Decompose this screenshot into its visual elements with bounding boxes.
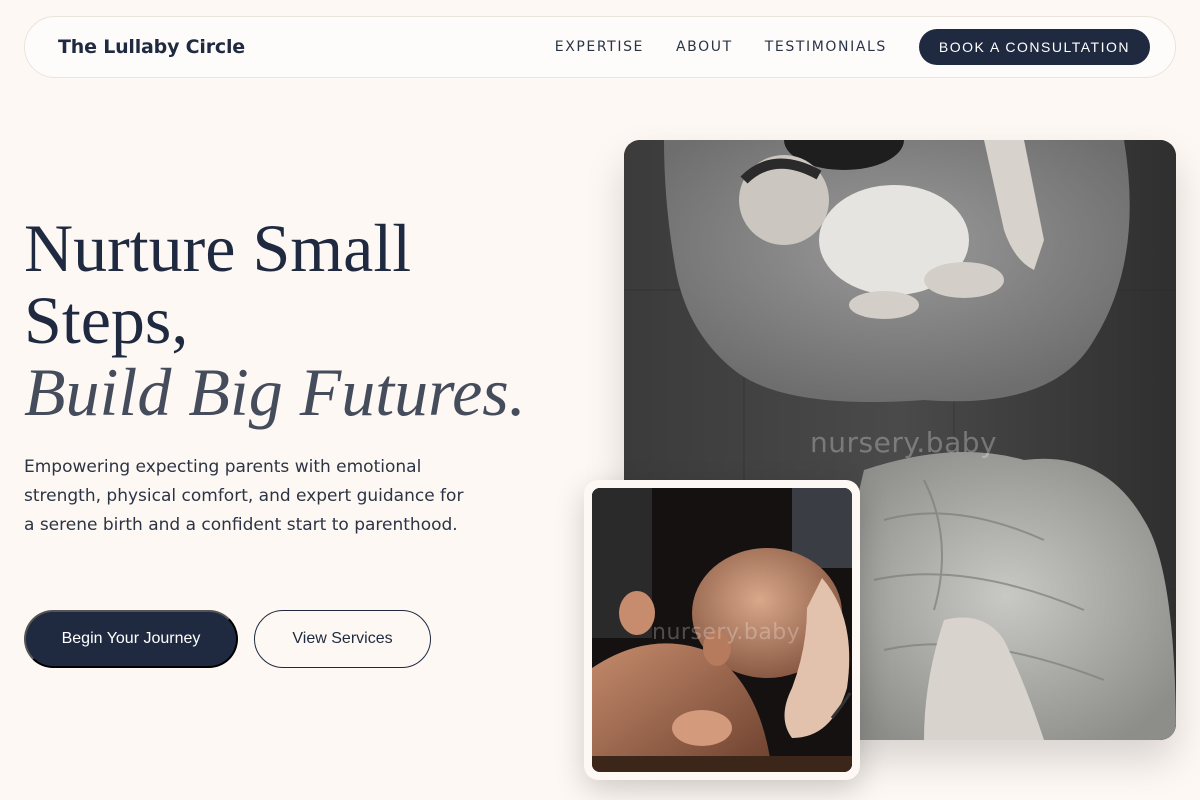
nav-links: EXPERTISE ABOUT TESTIMONIALS BOOK A CONS…: [523, 29, 1150, 65]
newborn-held-illustration: [592, 488, 852, 772]
nav-link-expertise[interactable]: EXPERTISE: [555, 39, 644, 55]
nav-link-testimonials[interactable]: TESTIMONIALS: [765, 39, 887, 55]
secondary-photo-frame: nursery.baby: [592, 488, 852, 772]
hero-description: Empowering expecting parents with emotio…: [24, 457, 464, 535]
nav-link-about[interactable]: ABOUT: [676, 39, 733, 55]
begin-journey-button[interactable]: Begin Your Journey: [24, 610, 238, 668]
headline-accent: Build Big Futures.: [24, 354, 526, 430]
headline-line-2: Steps,: [24, 282, 189, 358]
brand-logo[interactable]: The Lullaby Circle: [58, 36, 245, 58]
hero-secondary-photo: nursery.baby: [584, 480, 860, 780]
headline-line-1: Nurture Small: [24, 210, 412, 286]
hero-headline: Nurture Small Steps, Build Big Futures.: [24, 212, 604, 428]
top-navigation: The Lullaby Circle EXPERTISE ABOUT TESTI…: [24, 16, 1176, 78]
view-services-button[interactable]: View Services: [254, 610, 431, 668]
book-consultation-button[interactable]: BOOK A CONSULTATION: [918, 29, 1150, 65]
